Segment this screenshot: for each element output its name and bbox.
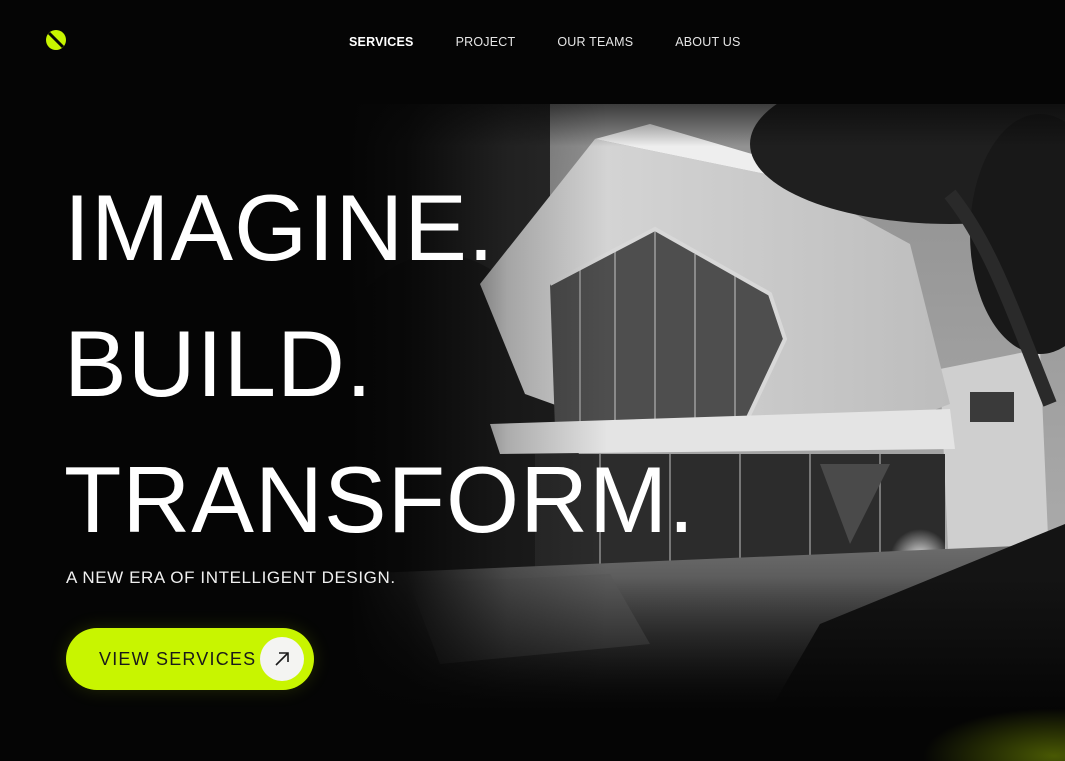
nav-item-services[interactable]: SERVICES — [349, 35, 414, 49]
view-services-label: VIEW SERVICES — [99, 648, 257, 669]
arrow-up-right-icon — [260, 637, 304, 681]
nav-item-project[interactable]: PROJECT — [456, 35, 516, 49]
landing-page: SERVICES PROJECT OUR TEAMS ABOUT US IMAG… — [0, 0, 1065, 761]
view-services-button[interactable]: VIEW SERVICES — [66, 628, 314, 690]
headline-line-imagine: IMAGINE. — [64, 175, 496, 280]
lime-slash-circle-icon[interactable] — [46, 30, 66, 50]
headline-line-build: BUILD. — [64, 311, 373, 416]
nav-item-about-us[interactable]: ABOUT US — [675, 35, 740, 49]
hero-headline: IMAGINE. BUILD. TRANSFORM. — [64, 160, 695, 568]
nav-item-our-teams[interactable]: OUR TEAMS — [557, 35, 633, 49]
main-nav: SERVICES PROJECT OUR TEAMS ABOUT US — [349, 35, 741, 49]
headline-line-transform: TRANSFORM. — [64, 447, 696, 552]
hero-tagline: A NEW ERA OF INTELLIGENT DESIGN. — [66, 568, 396, 587]
